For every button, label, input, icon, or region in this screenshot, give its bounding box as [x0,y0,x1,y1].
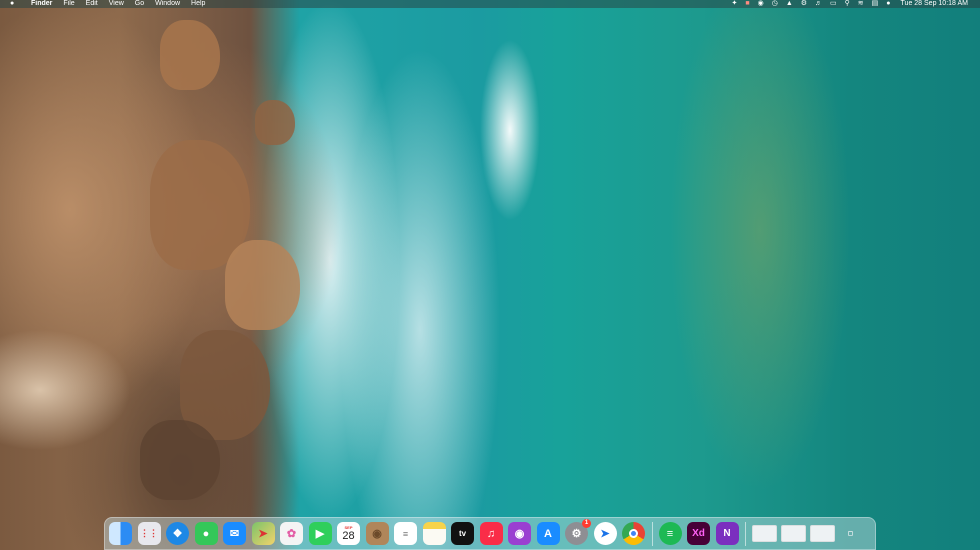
adobe-icon[interactable]: ▲ [786,0,793,8]
safari-icon[interactable]: ❖ [166,522,189,545]
app-store-icon[interactable]: A [536,522,560,545]
adobe-xd-icon[interactable]: Xd [687,522,710,545]
spotify-icon[interactable]: ≡ [658,522,682,545]
menu-view[interactable]: View [109,0,124,8]
music-icon[interactable]: ♫ [479,522,503,545]
menu-file[interactable]: File [63,0,74,8]
minimized-window-thumbnail[interactable] [810,525,835,542]
finder-icon[interactable] [109,522,132,545]
timer-icon[interactable]: ◷ [772,0,778,8]
volume-icon[interactable]: ♬ [815,0,822,8]
messages-icon[interactable]: ● [194,522,218,545]
menu-bar: ● Finder File Edit View Go Window Help ✦… [0,0,980,8]
menu-app-name[interactable]: Finder [31,0,52,8]
reminders-icon[interactable]: ≡ [394,522,417,545]
menu-edit[interactable]: Edit [86,0,98,8]
wallpaper-rock [225,240,300,330]
tv-label: tv [458,529,467,538]
calendar-day: 28 [342,530,355,542]
control-center-icon[interactable]: ▤ [872,0,879,8]
adobe-xd-label: Xd [692,528,705,539]
menu-help[interactable]: Help [191,0,205,8]
wallpaper-rock [255,100,295,145]
battery-icon[interactable]: ▭ [830,0,837,8]
system-preferences-icon[interactable]: ⚙ 1 [565,519,591,545]
navigator-icon[interactable]: ➤ [593,522,617,545]
dock-separator [745,521,746,546]
trash-icon[interactable]: ▫ [839,522,862,545]
notes-icon[interactable] [422,522,446,545]
contacts-icon[interactable]: ◉ [365,522,389,545]
status-area: ✦ ■ ◉ ◷ ▲ ⚙ ♬ ▭ ⚲ ≋ ▤ ● Tue 28 Sep 10:18… [723,0,968,8]
onenote-icon[interactable]: N [715,522,739,545]
wallpaper-rock [140,420,220,500]
chrome-center [629,529,638,538]
mail-icon[interactable]: ✉ [223,522,246,545]
notification-icon[interactable]: ■ [745,0,749,8]
minimized-window-thumbnail[interactable] [781,525,806,542]
minimized-window-thumbnail[interactable] [752,525,777,542]
wallpaper-rock [160,20,220,90]
tv-icon[interactable]: tv [451,522,474,545]
spotlight-icon[interactable]: ⚲ [845,0,850,8]
launchpad-icon[interactable]: ⋮⋮ [137,522,161,545]
podcasts-icon[interactable]: ◉ [508,522,531,545]
photos-icon[interactable]: ✿ [280,522,303,545]
calendar-icon[interactable]: SEP 28 [337,522,360,545]
dock-separator [651,521,653,546]
maps-icon[interactable]: ➤ [251,522,275,545]
facetime-icon[interactable]: ▶ [308,522,332,545]
gear-icon[interactable]: ⚙ [801,0,807,8]
record-icon[interactable]: ◉ [758,0,764,8]
dock: ⋮⋮ ❖ ● ✉ ➤ ✿ ▶ SEP 28 ◉ ≡ tv ♫ ◉ A ⚙ 1 ➤… [104,517,876,550]
chrome-icon[interactable] [622,522,645,545]
wifi-icon[interactable]: ≋ [858,0,864,8]
onenote-label: N [723,528,731,539]
apple-menu-icon[interactable]: ● [10,0,20,8]
menu-window[interactable]: Window [155,0,180,8]
system-preferences-badge: 1 [582,519,591,528]
menu-go[interactable]: Go [135,0,144,8]
menu-bar-clock[interactable]: Tue 28 Sep 10:18 AM [901,0,968,8]
siri-icon[interactable]: ● [886,0,890,8]
extension-icon[interactable]: ✦ [731,0,737,8]
